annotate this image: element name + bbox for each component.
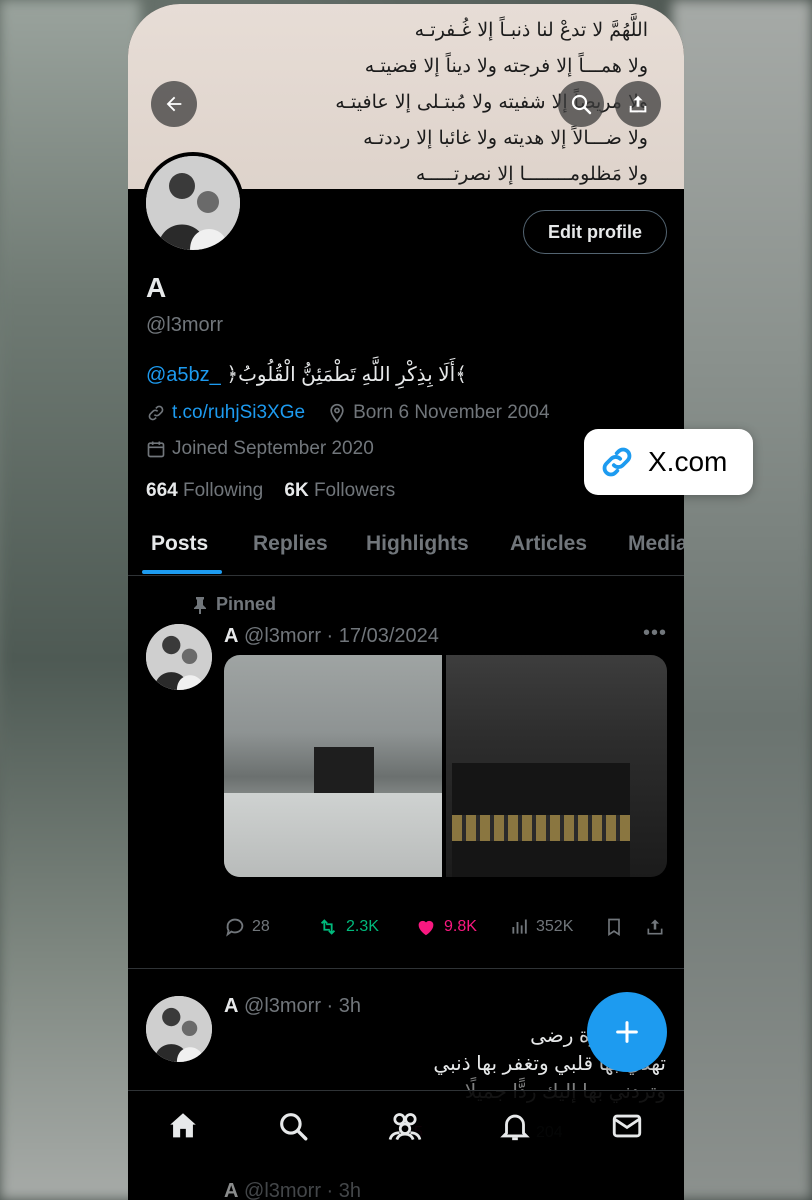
profile-name: A (146, 272, 167, 303)
pinned-label: Pinned (216, 594, 277, 614)
profile-meta-row: t.co/ruhjSi3XGe Born 6 November 2004 (146, 402, 550, 424)
search-icon (571, 94, 592, 115)
active-tab-indicator (142, 570, 222, 574)
plus-icon (616, 1021, 638, 1043)
xcom-link-badge[interactable]: X.com (584, 429, 753, 495)
bookmark-icon (608, 918, 620, 937)
bottom-navigation (128, 1090, 684, 1170)
courtyard-floor (224, 793, 442, 877)
communities-icon[interactable] (386, 1109, 424, 1143)
avatar-photo (146, 996, 212, 1062)
share-icon (629, 95, 647, 113)
profile-avatar[interactable] (142, 152, 244, 254)
calendar-icon (147, 441, 165, 458)
post-time: 3h (338, 1180, 362, 1200)
follow-stats: 664 Following 6K Followers (146, 480, 395, 502)
back-button[interactable] (151, 81, 197, 127)
following-link[interactable]: 664 Following (146, 480, 263, 501)
search-icon[interactable] (276, 1109, 310, 1143)
media-image-1[interactable] (224, 655, 442, 877)
joined-row: Joined September 2020 (146, 438, 374, 460)
post-time[interactable]: 3h (339, 995, 361, 1017)
tab-posts[interactable]: Posts (151, 532, 208, 556)
pinned-indicator: Pinned (192, 594, 276, 615)
kaaba-shape (314, 747, 374, 793)
post-author-handle[interactable]: @l3morr (244, 625, 321, 647)
post-date[interactable]: 17/03/2024 (339, 625, 439, 647)
reply-count: 28 (252, 918, 270, 935)
next-post-header-faded: A @l3morr · 3h (224, 1180, 362, 1200)
phone-screen: اللَّهُمَّ لا تدعْ لنا ذنبـاً إلا غُـفرت… (128, 4, 684, 1200)
views-icon (512, 919, 527, 934)
profile-tabs: Posts Replies Highlights Articles Media (128, 524, 684, 576)
post-author-name[interactable]: A (224, 625, 238, 647)
post-header: A @l3morr · 17/03/2024 (224, 625, 439, 647)
repost-icon (320, 919, 336, 935)
share-icon (647, 919, 663, 935)
bell-icon[interactable] (498, 1109, 532, 1143)
reply-button[interactable]: 28 (224, 916, 270, 938)
born-date: Born 6 November 2004 (353, 402, 550, 423)
tab-media[interactable]: Media (628, 532, 684, 556)
views-button[interactable]: 352K (510, 916, 573, 938)
link-icon (602, 447, 632, 477)
following-label: Following (182, 480, 264, 501)
joined-date: Joined September 2020 (172, 438, 374, 459)
profile-link[interactable]: t.co/ruhjSi3XGe (172, 402, 305, 424)
media-image-2[interactable] (446, 655, 667, 877)
back-arrow-icon (166, 96, 182, 112)
tab-articles[interactable]: Articles (510, 532, 587, 556)
profile-bio: @a5bz_ ﴿أَلَا بِذِكْرِ اللَّهِ تَطْمَئِن… (146, 362, 467, 387)
compose-button[interactable] (587, 992, 667, 1072)
home-icon[interactable] (166, 1109, 200, 1143)
post-author-name[interactable]: A (224, 995, 238, 1017)
more-options-icon[interactable]: ••• (643, 622, 667, 645)
post-author-handle: @l3morr (244, 1180, 321, 1200)
post-divider (128, 968, 684, 969)
post-media[interactable] (224, 655, 667, 877)
location-icon (330, 403, 344, 423)
post-header: A @l3morr · 3h (224, 995, 362, 1017)
kiswah-band (452, 815, 630, 841)
banner-line: اللَّهُمَّ لا تدعْ لنا ذنبـاً إلا غُـفرت… (414, 19, 648, 41)
tab-replies[interactable]: Replies (253, 532, 328, 556)
heart-icon (418, 920, 434, 936)
post-avatar[interactable] (146, 996, 212, 1062)
post-actions: 28 2.3K 9.8K 352K (224, 916, 669, 942)
mail-icon[interactable] (610, 1109, 644, 1143)
share-post-button[interactable] (645, 916, 665, 938)
share-button[interactable] (615, 81, 661, 127)
like-button[interactable]: 9.8K (414, 916, 477, 938)
link-icon (148, 405, 164, 421)
followers-link[interactable]: 6K Followers (284, 480, 395, 501)
xcom-label: X.com (648, 446, 728, 477)
followers-label: Followers (313, 480, 396, 501)
avatar-photo (146, 624, 212, 690)
followers-count: 6K (284, 480, 309, 501)
banner-line: ولا همـــاً إلا فرجته ولا ديناً إلا قضيت… (364, 55, 648, 77)
repost-button[interactable]: 2.3K (316, 916, 379, 938)
post-author-name: A (224, 1180, 239, 1200)
background-blur-left (0, 0, 140, 1200)
repost-count: 2.3K (346, 918, 379, 935)
tab-highlights[interactable]: Highlights (366, 532, 469, 556)
like-count: 9.8K (444, 918, 477, 935)
avatar-photo (146, 156, 240, 250)
post-avatar[interactable] (146, 624, 212, 690)
search-button[interactable] (558, 81, 604, 127)
pin-icon (194, 596, 206, 614)
bio-text: ﴿أَلَا بِذِكْرِ اللَّهِ تَطْمَئِنُّ الْق… (226, 364, 467, 386)
post-author-handle[interactable]: @l3morr (244, 995, 321, 1017)
bio-mention[interactable]: @a5bz_ (146, 364, 221, 386)
background-blur-right (672, 0, 812, 1200)
views-count: 352K (536, 918, 574, 935)
banner-line: ولا مَظلومــــــــا إلا نصرتـــــه (415, 163, 648, 185)
bookmark-button[interactable] (604, 916, 624, 938)
following-count: 664 (146, 480, 178, 501)
reply-icon (226, 918, 244, 937)
profile-handle: @l3morr (146, 314, 223, 336)
edit-profile-button[interactable]: Edit profile (523, 210, 667, 254)
